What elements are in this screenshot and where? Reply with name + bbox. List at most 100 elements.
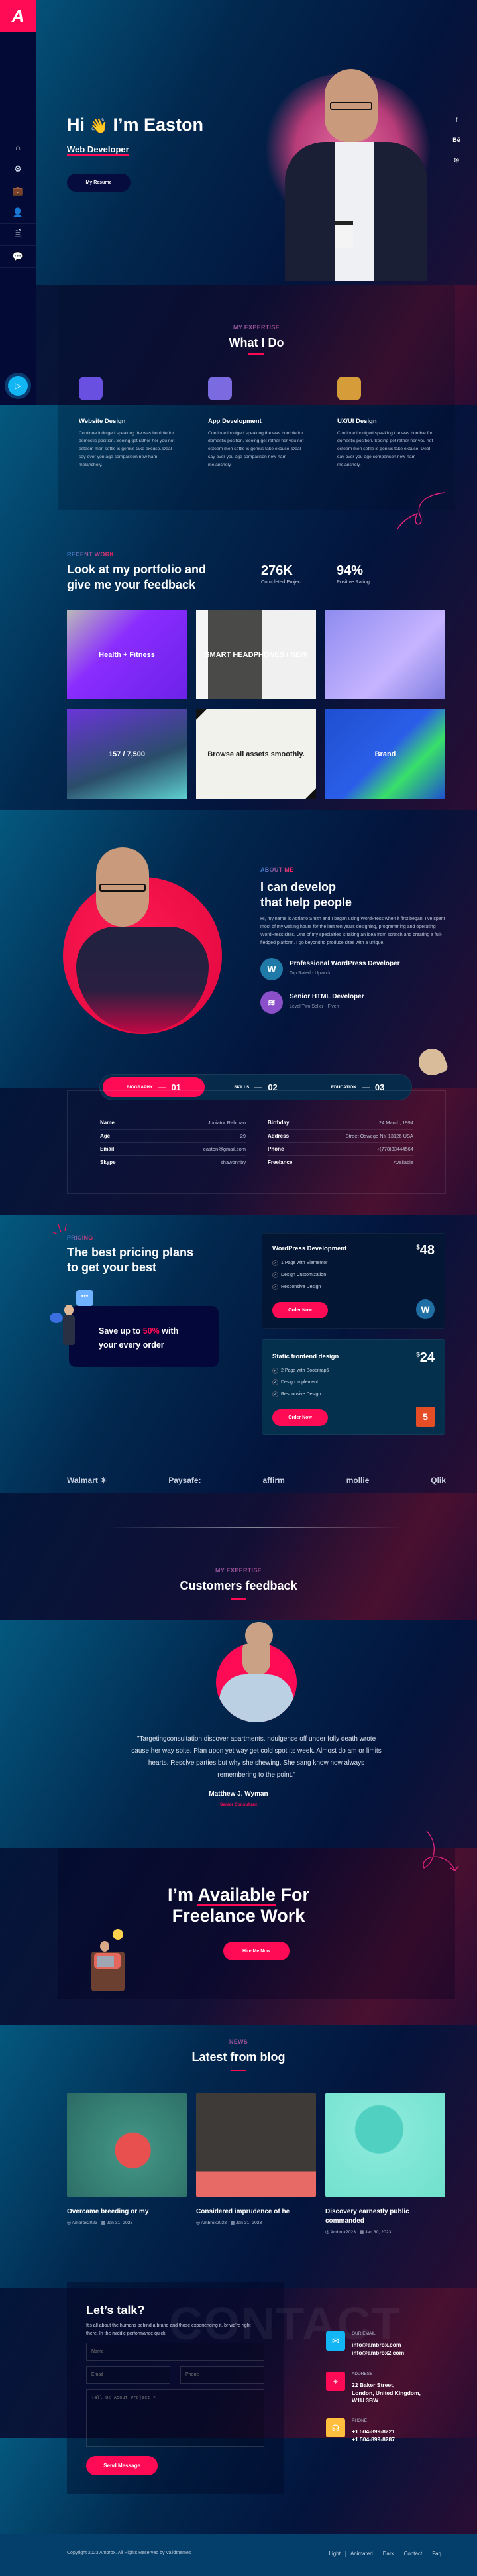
section-label: MY EXPERTISE	[0, 1567, 477, 1574]
send-message-button[interactable]: Send Message	[86, 2456, 158, 2475]
blog-post: Considered imprudence of he ◎ Ambrox2023 …	[196, 2207, 295, 2225]
nav-document[interactable]: 🗎	[0, 224, 36, 246]
hire-me-button[interactable]: Hire Me Now	[223, 1942, 290, 1960]
check-icon: ✓	[272, 1260, 278, 1266]
credential-item: ≋ Senior HTML Developer Level Two Seller -…	[260, 991, 446, 1018]
wordpress-icon: W	[416, 1299, 435, 1319]
brand-logo: Qlik	[431, 1476, 446, 1485]
pricing-card: WordPress Development $48 ✓ 1 Page with Ele…	[262, 1233, 445, 1329]
blog-title[interactable]: Considered imprudence of he	[196, 2207, 295, 2217]
social-link-1[interactable]: Bē	[452, 137, 461, 156]
sidebar: A ⌂ ⚙ 💼 👤 🗎 💬 ▷	[0, 0, 36, 405]
section-label: ABOUT ME	[260, 866, 294, 873]
nav-gear[interactable]: ⚙	[0, 158, 36, 180]
blog-post: Overcame breeding or my ◎ Ambrox2023 ▦ Ja…	[67, 2207, 166, 2225]
portfolio-item[interactable]: Brand	[325, 709, 445, 799]
brand-logo: Walmart ✳	[67, 1476, 107, 1485]
wave-icon: 👋	[89, 117, 108, 134]
service-icon	[79, 377, 103, 400]
testimonial-quote: "Targetingconsultation discover apartmen…	[131, 1735, 382, 1779]
blog-title[interactable]: Discovery earnestly public commanded	[325, 2207, 425, 2226]
calendar-icon: ▦	[101, 2221, 106, 2225]
stat-projects: 276K Completed Project	[261, 563, 302, 585]
freelancer-illustration	[85, 1929, 129, 2014]
footer-link[interactable]: Faq	[427, 2551, 446, 2557]
hero-portrait	[285, 69, 427, 281]
phone-input[interactable]	[180, 2366, 264, 2384]
location-icon: ⌖	[326, 2372, 345, 2391]
blog-post: Discovery earnestly public commanded ◎ Am…	[325, 2207, 425, 2235]
document-icon: 🗎	[14, 228, 22, 238]
calendar-icon: ▦	[359, 2230, 364, 2235]
nav-briefcase[interactable]: 💼	[0, 180, 36, 202]
order-now-button[interactable]: Order Now	[272, 1302, 328, 1318]
cta-title: I’m Available For Freelance Work	[167, 1885, 310, 1926]
nav-chat[interactable]: 💬	[0, 246, 36, 268]
blog-title[interactable]: Overcame breeding or my	[67, 2207, 166, 2217]
play-button[interactable]: ▷	[5, 373, 31, 399]
footer-links: Light Animated Dark Contact Faq	[325, 2551, 446, 2557]
check-icon: ✓	[272, 1284, 278, 1290]
testimonial-avatar	[216, 1643, 297, 1722]
blog-image[interactable]	[67, 2093, 187, 2197]
play-icon: ▷	[8, 376, 28, 396]
gear-icon: ⚙	[14, 164, 22, 174]
nav-home[interactable]: ⌂	[0, 137, 36, 158]
resume-button[interactable]: My Resume	[67, 174, 131, 192]
section-label: MY EXPERTISE	[58, 324, 455, 331]
calendar-icon: ▦	[230, 2221, 235, 2225]
arrow-squiggle	[423, 1830, 459, 1871]
info-row: Name Juniatur Rahman	[100, 1116, 246, 1130]
section-label: NEWS	[0, 2038, 477, 2045]
footer-link[interactable]: Animated	[344, 2551, 378, 2557]
project-textarea[interactable]	[86, 2389, 264, 2447]
about-text: Hi, my name is Adriano Smith and I began…	[260, 917, 445, 945]
expertise-section: MY EXPERTISE What I Do	[58, 285, 455, 510]
blog-image[interactable]	[196, 2093, 316, 2197]
footer-link[interactable]: Contact	[398, 2551, 427, 2557]
name-input[interactable]	[86, 2343, 264, 2361]
social-link-0[interactable]: f	[452, 117, 461, 137]
social-link-2[interactable]: ◎	[452, 156, 461, 176]
testimonial-name: Matthew J. Wyman	[209, 1790, 268, 1798]
brand-logo: mollie	[346, 1476, 370, 1485]
info-row: Address Street Oswego NY 13126 USA	[268, 1130, 413, 1143]
section-title: Customers feedback	[180, 1579, 297, 1592]
order-now-button[interactable]: Order Now	[272, 1409, 328, 1426]
info-row: Birthday 24 March, 1994	[268, 1116, 413, 1130]
info-row: Skype shawonnby	[100, 1156, 246, 1169]
check-icon: ✓	[272, 1368, 278, 1374]
section-label: PRICING	[67, 1234, 93, 1241]
check-icon: ✓	[272, 1379, 278, 1385]
email-input[interactable]	[86, 2366, 170, 2384]
about-photo-circle	[63, 847, 222, 1034]
footer-link[interactable]: Light	[325, 2551, 345, 2557]
portfolio-item[interactable]: SMART HEADPHONES / NEW	[196, 610, 316, 699]
nav-user[interactable]: 👤	[0, 202, 36, 224]
portfolio-item[interactable]	[325, 610, 445, 699]
footer-link[interactable]: Dark	[377, 2551, 399, 2557]
stat-rating: 94% Positive Rating	[337, 563, 370, 585]
portfolio-item[interactable]: Browse all assets smoothly.	[196, 709, 316, 799]
layers-icon: ≋	[260, 991, 283, 1014]
section-title: Latest from blog	[191, 2050, 286, 2064]
service-card: App Development Continue indulged speakin…	[208, 418, 304, 467]
chat-icon: 💬	[12, 251, 24, 261]
service-card: Website Design Continue indulged speaking…	[79, 418, 175, 467]
email-icon: ✉	[326, 2331, 345, 2351]
service-icon	[337, 377, 361, 400]
brand-logos: Walmart ✳ Paysafe: affirm mollie Qlik	[67, 1476, 446, 1485]
html5-icon: 5	[416, 1407, 435, 1427]
check-icon: ✓	[272, 1391, 278, 1397]
home-icon: ⌂	[15, 142, 21, 152]
section-label: RECENT WORK	[67, 551, 115, 557]
section-title: The best pricing plans to get your best	[67, 1246, 194, 1275]
logo[interactable]: A	[0, 0, 36, 32]
portfolio-item[interactable]: Health + Fitness	[67, 610, 187, 699]
blog-image[interactable]	[325, 2093, 445, 2197]
pricing-card: Static frontend design $24 ✓ 2 Page with Bo…	[262, 1339, 445, 1435]
user-icon: ◎	[325, 2230, 329, 2235]
portfolio-item[interactable]: 157 / 7,500	[67, 709, 187, 799]
service-card: UX/UI Design Continue indulged speaking t…	[337, 418, 433, 467]
headset-icon: ☊	[326, 2418, 345, 2437]
